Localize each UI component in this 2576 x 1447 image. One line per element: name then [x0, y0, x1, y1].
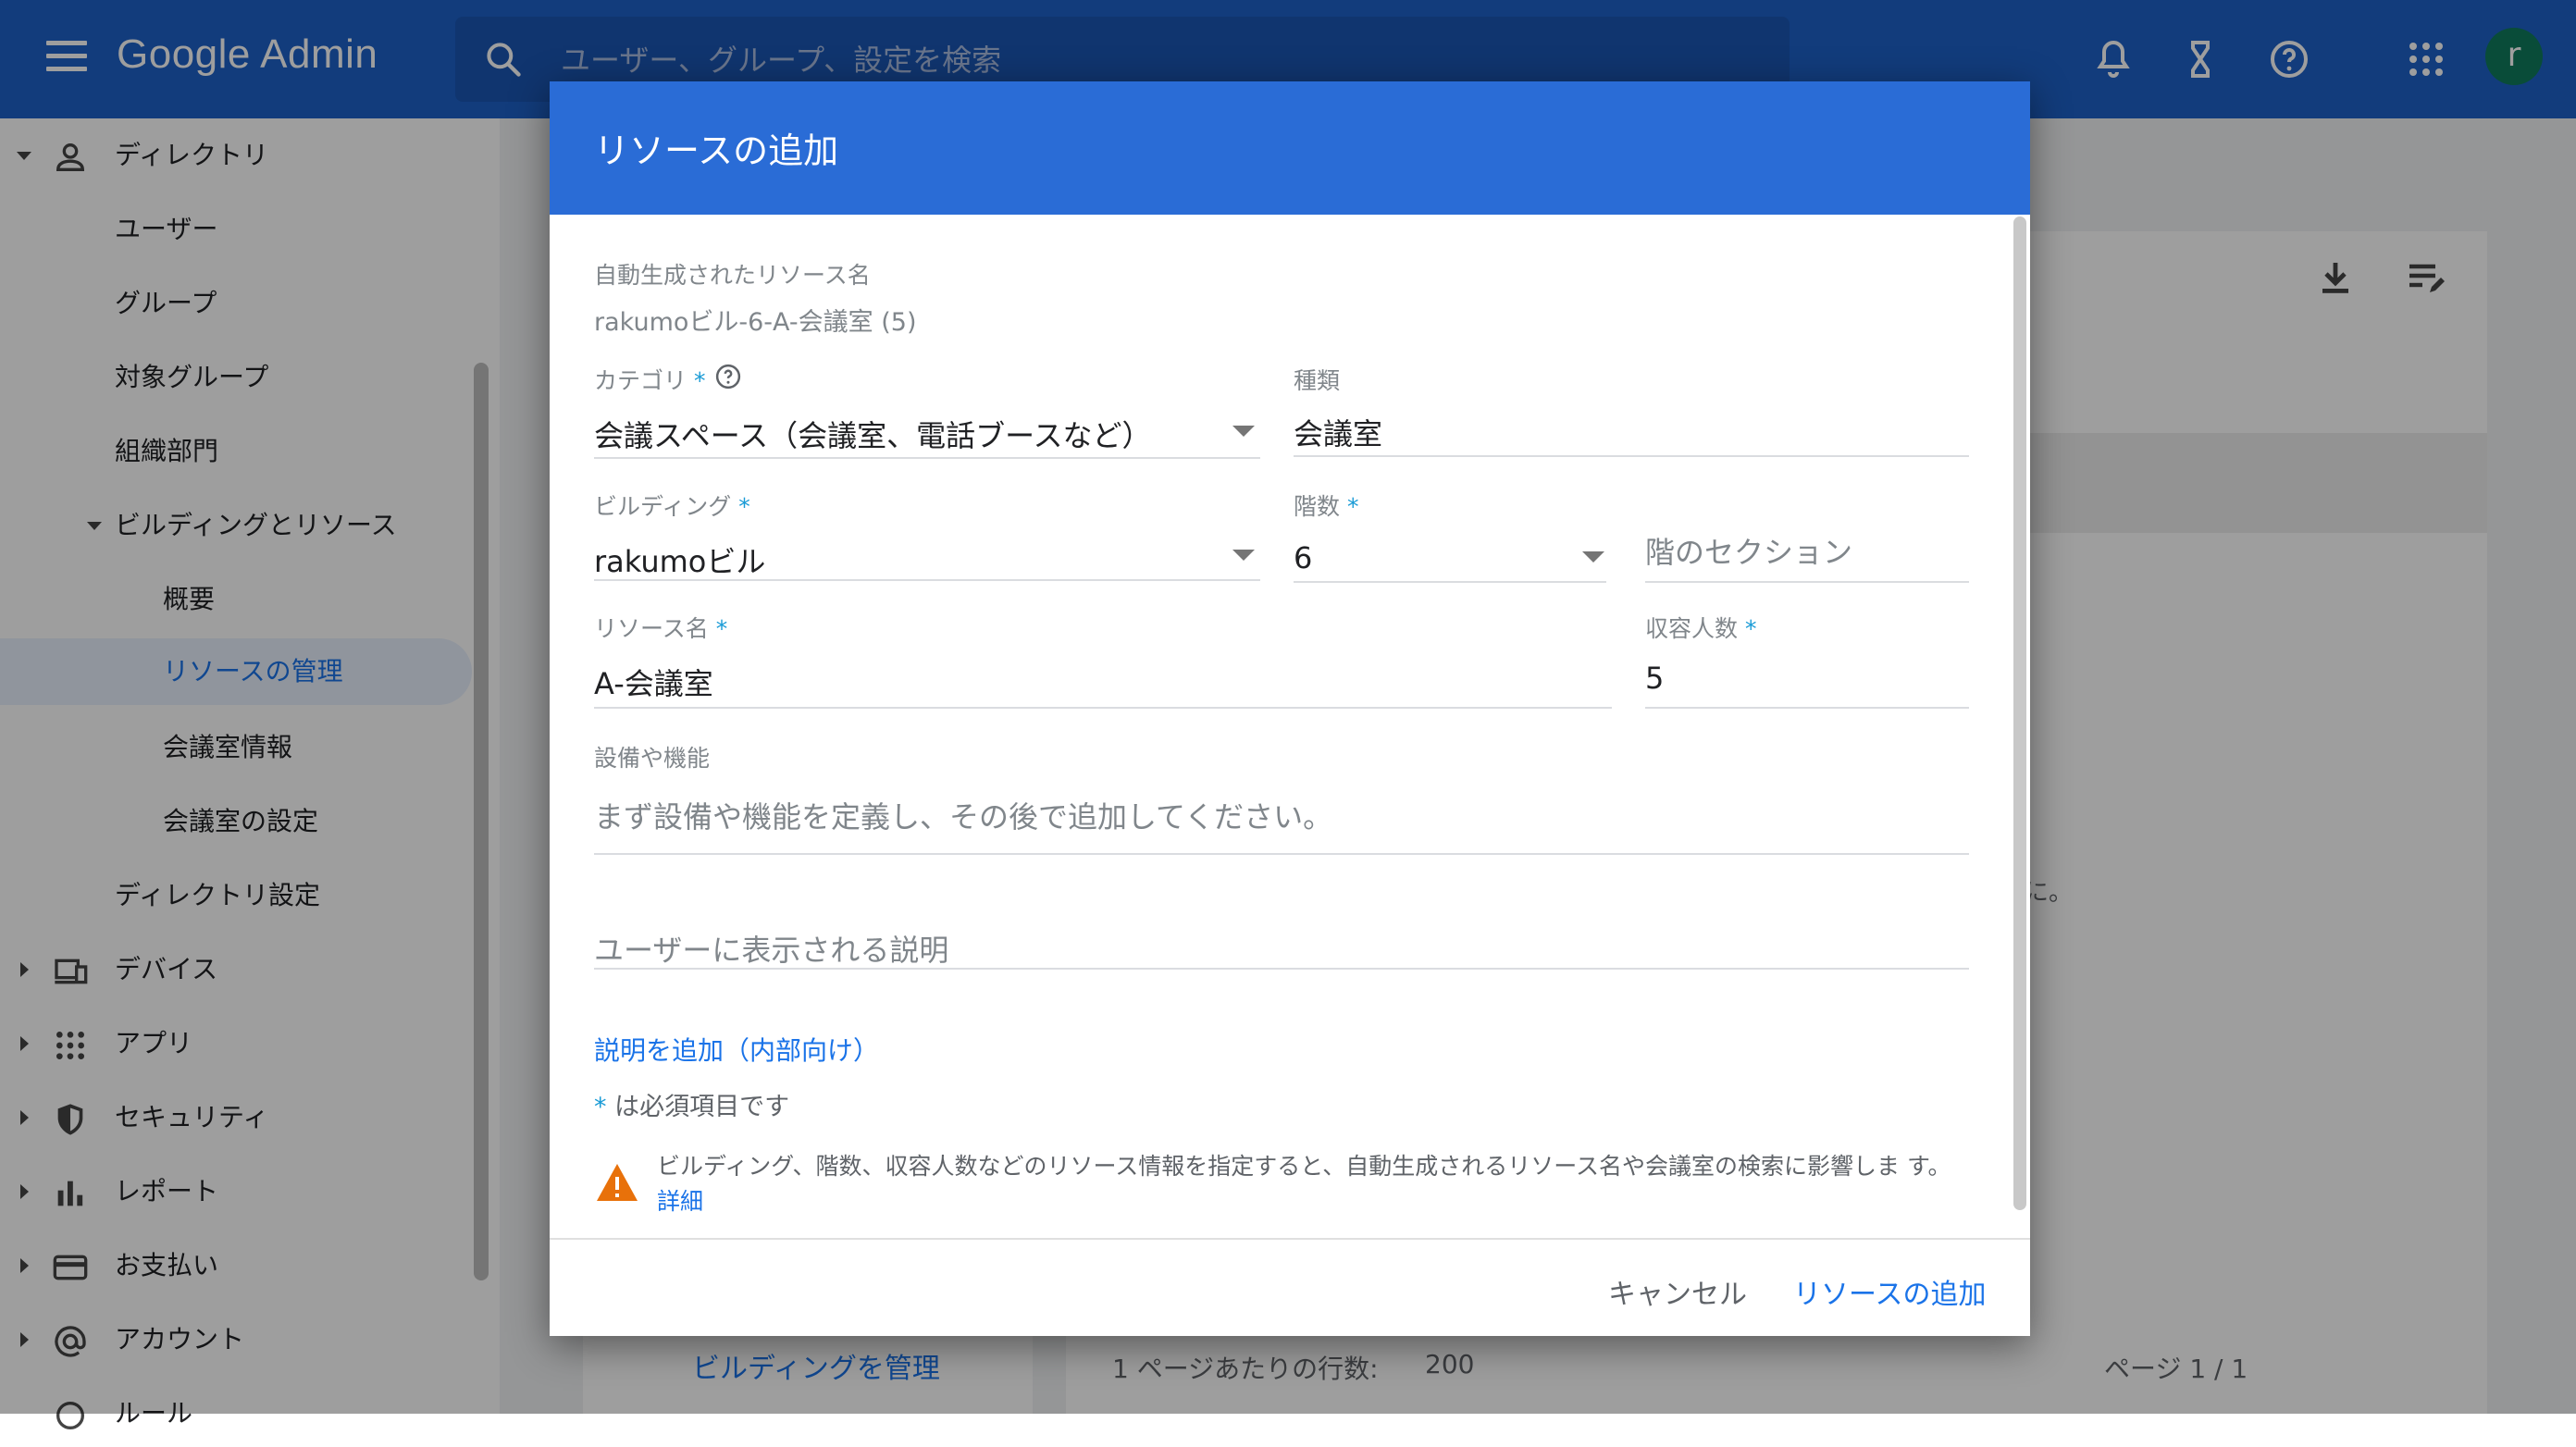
chevron-down-icon[interactable] [1582, 551, 1604, 563]
capacity-underline [1645, 707, 1969, 709]
type-field[interactable]: 会議室 [1294, 411, 1382, 453]
details-link[interactable]: 詳細 [657, 1188, 703, 1215]
category-underline [594, 457, 1260, 459]
user-description-input[interactable]: ユーザーに表示される説明 [594, 927, 948, 970]
resource-name-input[interactable]: A-会議室 [594, 661, 713, 703]
resource-name-label: リソース名 * [594, 615, 728, 642]
chevron-down-icon[interactable] [1232, 550, 1255, 561]
floor-section-input[interactable]: 階のセクション [1645, 529, 1852, 572]
dialog-title: リソースの追加 [594, 130, 839, 171]
dialog-header: リソースの追加 [550, 81, 2030, 215]
floor-label: 階数 * [1294, 493, 1359, 520]
chevron-down-icon[interactable] [1232, 426, 1255, 437]
warning-icon [597, 1164, 638, 1201]
features-input[interactable]: まず設備や機能を定義し、その後で追加してください。 [594, 794, 1332, 836]
auto-name-value: rakumoビル-6-A-会議室 (5) [594, 308, 917, 337]
capacity-label: 収容人数 * [1645, 615, 1757, 642]
required-note: * は必須項目です [594, 1093, 790, 1121]
building-underline [594, 579, 1260, 581]
type-label: 種類 [1294, 367, 1341, 394]
dialog-footer: キャンセル リソースの追加 [550, 1238, 2030, 1338]
auto-name-label: 自動生成されたリソース名 [594, 262, 871, 289]
add-resource-dialog: リソースの追加 自動生成されたリソース名 rakumoビル-6-A-会議室 (5… [550, 81, 2030, 1336]
cancel-button[interactable]: キャンセル [1608, 1271, 1747, 1312]
features-label: 設備や機能 [594, 745, 711, 772]
category-label: カテゴリ * [594, 367, 706, 394]
type-underline [1294, 455, 1969, 457]
floor-select[interactable]: 6 [1294, 540, 1312, 575]
category-select[interactable]: 会議スペース（会議室、電話ブースなど） [594, 413, 1152, 455]
user-description-underline [594, 968, 1969, 970]
help-icon[interactable] [714, 363, 742, 390]
floor-underline [1294, 581, 1606, 583]
building-select[interactable]: rakumoビル [594, 538, 765, 581]
capacity-input[interactable]: 5 [1645, 661, 1664, 696]
dialog-scrollbar[interactable] [2013, 216, 2026, 1210]
floor-section-underline [1645, 581, 1969, 583]
features-underline [594, 853, 1969, 855]
add-internal-description-link[interactable]: 説明を追加（内部向け） [594, 1031, 879, 1068]
warning-message: ビルディング、階数、収容人数などのリソース情報を指定すると、自動生成されるリソー… [657, 1153, 1951, 1215]
add-resource-button[interactable]: リソースの追加 [1793, 1271, 1987, 1312]
resource-name-underline [594, 707, 1612, 709]
building-label: ビルディング * [594, 493, 750, 520]
